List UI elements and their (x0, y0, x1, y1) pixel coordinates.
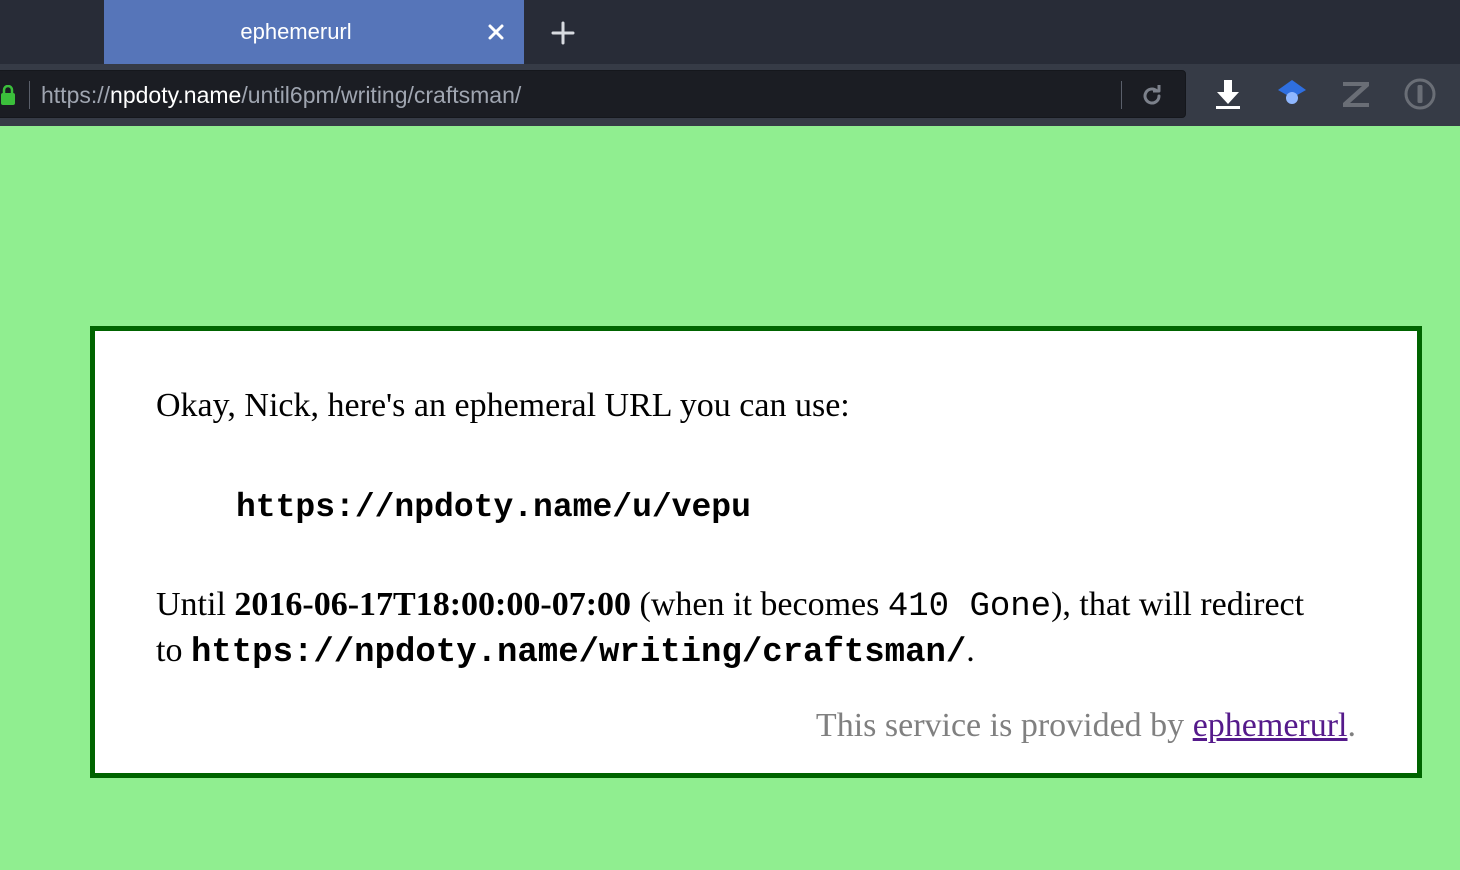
new-tab-icon[interactable] (548, 18, 578, 48)
url-path: /until6pm/writing/craftsman/ (241, 82, 522, 108)
ephemeral-url: https://npdoty.name/u/vepu (236, 489, 751, 526)
expiry-timestamp: 2016-06-17T18:00:00-07:00 (234, 586, 632, 623)
tab-title: ephemerurl (240, 19, 352, 44)
url-scheme: https:// (41, 82, 111, 108)
url-divider (29, 81, 30, 109)
intro-text: Okay, Nick, here's an ephemeral URL you … (156, 387, 850, 424)
ephemerurl-link[interactable]: ephemerurl (1193, 707, 1348, 744)
ephemeral-url-panel: Okay, Nick, here's an ephemeral URL you … (90, 326, 1422, 778)
onepassword-icon[interactable] (1402, 76, 1438, 112)
url-text[interactable]: https://npdoty.name/until6pm/writing/cra… (41, 71, 521, 119)
when-text: (when it becomes (631, 586, 888, 623)
credit-suffix: . (1347, 707, 1357, 744)
download-icon[interactable] (1210, 76, 1246, 112)
url-host: npdoty.name (110, 82, 242, 108)
tab-strip: ephemerurl (0, 0, 1460, 64)
status-code: 410 Gone (887, 588, 1052, 626)
target-url: https://npdoty.name/writing/craftsman/ (190, 634, 967, 672)
url-divider-right (1121, 81, 1122, 109)
tab-ephemerurl[interactable]: ephemerurl (104, 0, 524, 64)
zotero-icon[interactable] (1338, 76, 1374, 112)
credit-text: This service is provided by (815, 707, 1193, 744)
lock-icon[interactable] (0, 85, 17, 105)
reload-icon[interactable] (1139, 83, 1165, 109)
expiry-paragraph: Until 2016-06-17T18:00:00-07:00 (when it… (156, 583, 1336, 675)
privacy-badger-icon[interactable] (1274, 76, 1310, 112)
until-text: Until (156, 586, 235, 623)
address-bar[interactable]: https://npdoty.name/until6pm/writing/cra… (0, 70, 1186, 118)
credit-line: This service is provided by ephemerurl. (816, 707, 1356, 745)
target-suffix: . (966, 632, 975, 669)
close-tab-icon[interactable] (482, 18, 510, 46)
